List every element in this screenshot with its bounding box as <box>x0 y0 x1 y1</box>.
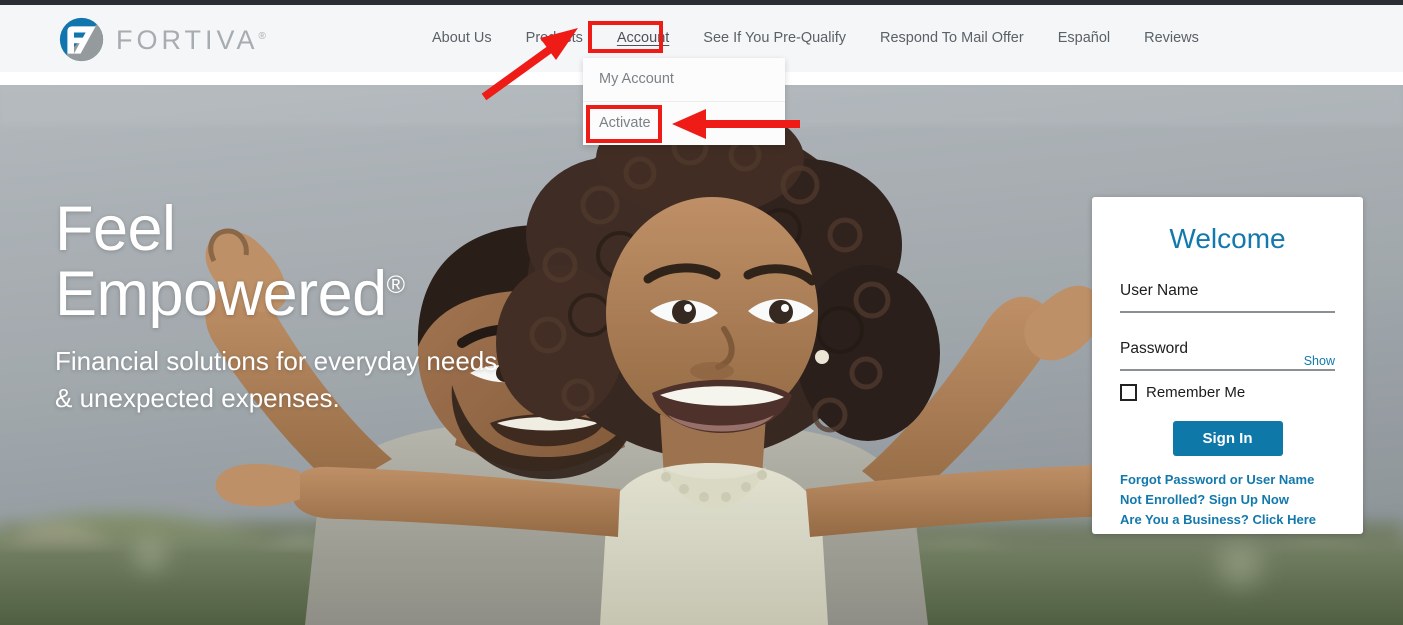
brand-logo[interactable]: FORTIVA® <box>58 16 266 63</box>
page-root: FORTIVA® About Us Products Account See I… <box>0 0 1403 625</box>
password-input[interactable] <box>1120 369 1335 372</box>
sign-in-button[interactable]: Sign In <box>1172 421 1283 457</box>
login-panel: Welcome User Name Password Show Remember… <box>1092 197 1363 534</box>
hero-subhead-line1: Financial solutions for everyday needs <box>55 345 498 376</box>
login-title: Welcome <box>1169 223 1286 254</box>
brand-wordmark: FORTIVA® <box>116 25 266 55</box>
login-helper-links: Forgot Password or User Name Not Enrolle… <box>1120 470 1335 530</box>
username-field-group: User Name <box>1120 282 1335 314</box>
forgot-password-link[interactable]: Forgot Password or User Name <box>1120 470 1335 490</box>
remember-me-row: Remember Me <box>1120 384 1335 402</box>
nav-item-reviews[interactable]: Reviews <box>1127 5 1216 72</box>
account-dropdown-menu: My Account Activate <box>583 58 785 145</box>
hero-copy: Feel Empowered® Financial solutions for … <box>55 197 497 417</box>
show-password-link[interactable]: Show <box>1304 354 1335 368</box>
nav-item-about-us[interactable]: About Us <box>415 5 509 72</box>
dropdown-item-my-account[interactable]: My Account <box>583 58 785 101</box>
main-nav: About Us Products Account See If You Pre… <box>415 5 1216 72</box>
hero-headline: Feel Empowered® <box>55 197 497 327</box>
sign-up-link[interactable]: Not Enrolled? Sign Up Now <box>1120 490 1335 510</box>
remember-me-checkbox[interactable] <box>1120 384 1137 402</box>
hero-registered-mark: ® <box>386 270 405 299</box>
hero-subhead-line2: & unexpected expenses. <box>55 382 340 413</box>
nav-item-respond-to-mail-offer[interactable]: Respond To Mail Offer <box>863 5 1041 72</box>
hero-headline-line2-wrap: Empowered® <box>55 258 497 329</box>
password-field-group: Password Show <box>1120 340 1335 372</box>
fortiva-circle-f-logo-icon <box>59 17 104 62</box>
hero-headline-line1: Feel <box>55 194 176 264</box>
remember-me-label: Remember Me <box>1146 384 1246 402</box>
signin-button-wrap: Sign In <box>1120 421 1335 457</box>
registered-mark: ® <box>258 31 266 42</box>
username-label: User Name <box>1120 282 1199 299</box>
username-input[interactable] <box>1120 311 1335 314</box>
hero-subhead: Financial solutions for everyday needs &… <box>55 343 497 417</box>
nav-item-espanol[interactable]: Español <box>1041 5 1127 72</box>
dropdown-item-activate[interactable]: Activate <box>583 101 785 144</box>
hero-headline-line2: Empowered <box>55 258 387 329</box>
business-link[interactable]: Are You a Business? Click Here <box>1120 510 1335 530</box>
